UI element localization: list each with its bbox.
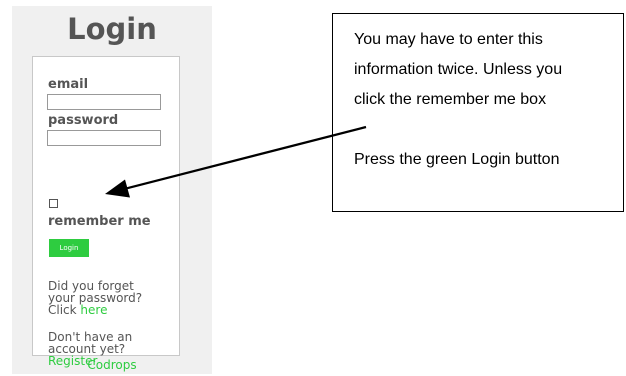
annotation-line-4: Press the green Login button [354,151,560,168]
remember-me-checkbox[interactable] [49,199,58,208]
annotation-box: You may have to enter this information t… [332,13,624,212]
annotation-line-2: information twice. Unless you [354,61,563,78]
remember-me-label: remember me [48,214,151,229]
login-title: Login [67,12,157,46]
annotation-line-3: click the remember me box [354,91,547,108]
password-field[interactable] [47,130,161,146]
forgot-password-link[interactable]: here [80,303,107,317]
email-label: email [48,77,89,92]
email-field[interactable] [47,94,161,110]
forgot-click-text: Click [48,303,77,317]
annotation-line-1: You may have to enter this [354,31,543,48]
password-label: password [48,113,119,128]
login-form: email password remember me Login Did you… [32,56,180,367]
login-button[interactable]: Login [49,239,89,257]
login-panel: Login email password remember me Login D… [12,6,212,374]
page: Login email password remember me Login D… [0,0,626,376]
codrops-link[interactable]: Codrops [12,358,212,372]
forgot-password-text: Did you forget your password? Click here [48,280,173,316]
